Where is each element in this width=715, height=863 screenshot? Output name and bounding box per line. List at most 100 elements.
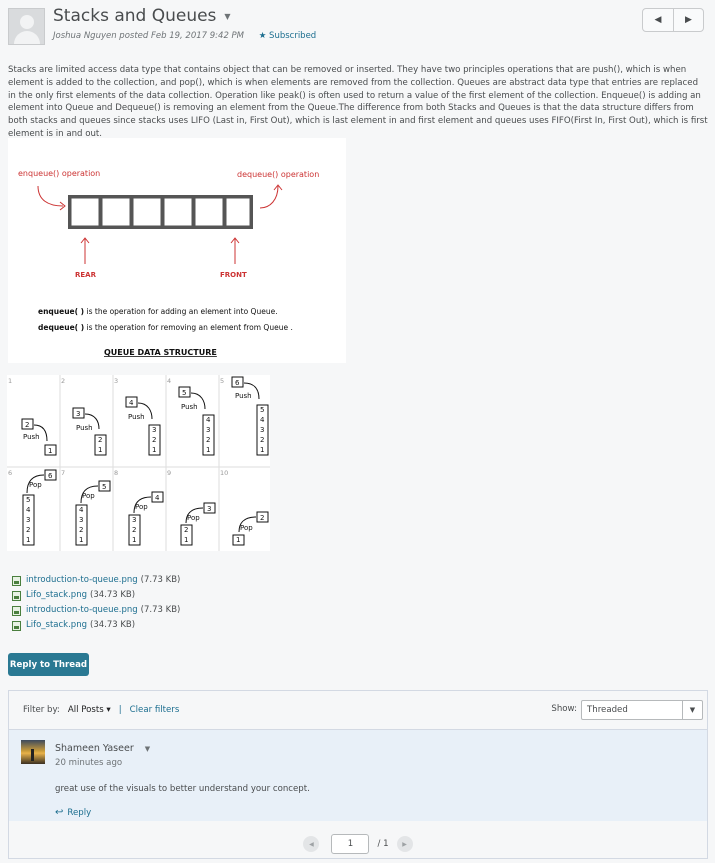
- svg-text:Pop: Pop: [187, 514, 200, 522]
- svg-text:4: 4: [26, 506, 31, 514]
- enqueue-arrow-icon: [37, 185, 64, 207]
- attachment-item[interactable]: introduction-to-queue.png (7.73 KB): [12, 573, 180, 588]
- next-thread-button[interactable]: ▶: [673, 9, 703, 31]
- chevron-down-icon: ▼: [682, 701, 702, 719]
- thread-header: Stacks and Queues ▼ Joshua Nguyen posted…: [8, 6, 708, 46]
- svg-text:3: 3: [207, 505, 211, 513]
- reply-button[interactable]: ↩ Reply: [55, 807, 91, 818]
- rear-label: REAR: [75, 271, 97, 279]
- svg-text:5: 5: [182, 389, 186, 397]
- svg-text:1: 1: [260, 446, 264, 454]
- frame-2-label: 2: [61, 377, 65, 385]
- svg-text:2: 2: [98, 436, 102, 444]
- attachment-item[interactable]: Lifo_stack.png (34.73 KB): [12, 588, 180, 603]
- previous-thread-button[interactable]: ◀: [643, 9, 673, 31]
- image-file-icon: [12, 590, 21, 601]
- svg-text:5: 5: [102, 483, 106, 491]
- attachment-size: (7.73 KB): [140, 605, 181, 615]
- svg-text:1: 1: [152, 446, 156, 454]
- attachment-name[interactable]: Lifo_stack.png: [26, 618, 87, 633]
- attachment-name[interactable]: Lifo_stack.png: [26, 588, 87, 603]
- svg-text:3: 3: [132, 516, 136, 524]
- front-label: FRONT: [220, 271, 247, 279]
- svg-text:Push: Push: [181, 403, 198, 411]
- enqueue-description: enqueue( ) is the operation for adding a…: [38, 307, 278, 316]
- filter-label: Filter by:: [23, 705, 60, 715]
- subscribed-label: Subscribed: [269, 31, 317, 41]
- thread-meta: Joshua Nguyen posted Feb 19, 2017 9:42 P…: [53, 31, 316, 41]
- svg-text:4: 4: [129, 399, 134, 407]
- svg-text:1: 1: [26, 536, 30, 544]
- reply-label: Reply: [67, 807, 92, 818]
- reply-body: great use of the visuals to better under…: [55, 784, 310, 794]
- frame-1-label: 1: [8, 377, 12, 385]
- svg-text:Push: Push: [128, 413, 145, 421]
- svg-text:1: 1: [79, 536, 83, 544]
- image-file-icon: [12, 620, 21, 631]
- reply-author-name: Shameen Yaseer: [55, 743, 134, 754]
- subscribed-toggle[interactable]: ★ Subscribed: [259, 31, 317, 41]
- dequeue-description: dequeue( ) is the operation for removing…: [38, 323, 293, 332]
- attachments-list: introduction-to-queue.png (7.73 KB) Lifo_…: [12, 573, 180, 633]
- svg-text:4: 4: [79, 506, 84, 514]
- image-file-icon: [12, 605, 21, 616]
- svg-text:Pop: Pop: [29, 481, 42, 489]
- dequeue-arrow-icon: [259, 185, 279, 209]
- show-label: Show:: [551, 704, 577, 714]
- svg-text:1: 1: [184, 536, 188, 544]
- svg-text:3: 3: [206, 426, 210, 434]
- filter-separator: |: [118, 705, 122, 715]
- svg-text:2: 2: [26, 526, 30, 534]
- page-total: / 1: [377, 839, 389, 849]
- previous-page-button[interactable]: ◀: [303, 836, 320, 852]
- stack-diagram-image: 1 2 3 4 5 6 7 8 9 10 2 Push 1 3 Push 21 …: [7, 375, 270, 551]
- attachment-item[interactable]: introduction-to-queue.png (7.73 KB): [12, 603, 180, 618]
- attachment-name[interactable]: introduction-to-queue.png: [26, 573, 138, 588]
- svg-text:3: 3: [26, 516, 30, 524]
- clear-filters-link[interactable]: Clear filters: [130, 705, 180, 715]
- svg-text:Push: Push: [76, 424, 93, 432]
- image-file-icon: [12, 575, 21, 586]
- avatar: [21, 740, 45, 764]
- reply-timestamp: 20 minutes ago: [55, 758, 123, 768]
- svg-text:3: 3: [76, 410, 80, 418]
- attachment-name[interactable]: introduction-to-queue.png: [26, 603, 138, 618]
- svg-text:2: 2: [79, 526, 83, 534]
- show-select[interactable]: Threaded ▼: [581, 700, 703, 720]
- svg-text:Pop: Pop: [240, 524, 253, 532]
- author-avatar: [8, 8, 45, 45]
- frame-6-label: 6: [8, 469, 12, 477]
- star-icon: ★: [258, 31, 267, 41]
- reply-post: Shameen Yaseer ▼ 20 minutes ago great us…: [9, 729, 707, 821]
- show-value: Threaded: [587, 705, 628, 715]
- reply-to-thread-button[interactable]: Reply to Thread: [8, 653, 89, 676]
- thread-menu-caret-icon[interactable]: ▼: [224, 12, 230, 21]
- replies-panel: Filter by: All Posts ▾ | Clear filters S…: [8, 690, 708, 859]
- attachment-size: (7.73 KB): [140, 575, 181, 585]
- frame-5-label: 5: [220, 377, 224, 385]
- filter-dropdown[interactable]: All Posts ▾: [68, 705, 111, 715]
- svg-text:6: 6: [48, 472, 53, 480]
- svg-text:4: 4: [260, 416, 265, 424]
- frame-3-label: 3: [114, 377, 118, 385]
- svg-text:1: 1: [48, 447, 52, 455]
- frame-9-label: 9: [167, 469, 171, 477]
- filter-value: All Posts: [67, 705, 104, 715]
- svg-text:5: 5: [26, 496, 30, 504]
- svg-text:3: 3: [260, 426, 264, 434]
- post-menu-caret-icon[interactable]: ▼: [145, 745, 150, 753]
- svg-text:2: 2: [184, 526, 188, 534]
- svg-text:4: 4: [206, 416, 211, 424]
- page-input[interactable]: 1: [331, 834, 370, 854]
- thread-nav: ◀ ▶: [642, 8, 704, 32]
- author-line: Joshua Nguyen posted Feb 19, 2017 9:42 P…: [53, 31, 245, 41]
- frame-7-label: 7: [61, 469, 65, 477]
- svg-text:1: 1: [206, 446, 210, 454]
- queue-diagram-image: enqueue() operation dequeue() operation …: [8, 138, 346, 363]
- attachment-item[interactable]: Lifo_stack.png (34.73 KB): [12, 618, 180, 633]
- svg-text:1: 1: [132, 536, 136, 544]
- thread-title: Stacks and Queues: [53, 6, 217, 26]
- next-page-button[interactable]: ▶: [396, 836, 413, 852]
- svg-text:Pop: Pop: [135, 503, 148, 511]
- post-body: Stacks are limited access data type that…: [8, 65, 708, 139]
